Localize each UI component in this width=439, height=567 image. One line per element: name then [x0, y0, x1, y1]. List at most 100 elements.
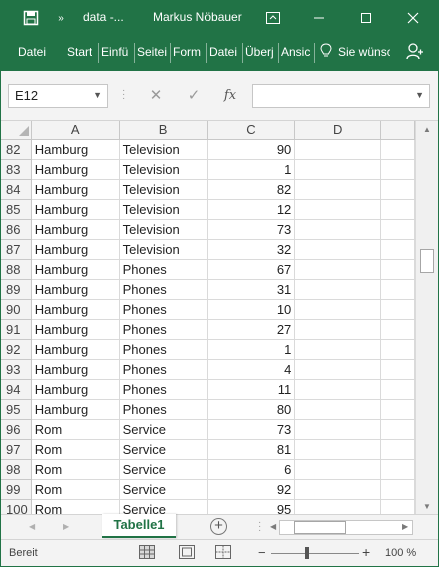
cell-c[interactable]: 27 [207, 319, 296, 340]
cell-c[interactable]: 10 [207, 299, 296, 320]
cell-e[interactable] [380, 399, 415, 420]
cell-b[interactable]: Television [119, 219, 208, 240]
cell-d[interactable] [294, 459, 382, 480]
cell-c[interactable]: 67 [207, 259, 296, 280]
cell-d[interactable] [294, 279, 382, 300]
enter-check-icon[interactable]: ✓ [179, 84, 209, 108]
row-header[interactable]: 92 [1, 339, 32, 360]
row-header[interactable]: 83 [1, 159, 32, 180]
cell-b[interactable]: Phones [119, 259, 208, 280]
cell-c[interactable]: 31 [207, 279, 296, 300]
share-user-icon[interactable] [406, 42, 424, 63]
cell-b[interactable]: Television [119, 239, 208, 260]
cell-a[interactable]: Hamburg [31, 299, 120, 320]
scroll-left-icon[interactable]: ◀ [270, 522, 276, 531]
cell-c[interactable]: 90 [207, 139, 296, 160]
column-header-c[interactable]: C [207, 121, 296, 140]
cell-d[interactable] [294, 439, 382, 460]
horizontal-scrollbar[interactable] [279, 520, 413, 535]
cell-a[interactable]: Hamburg [31, 199, 120, 220]
cell-b[interactable]: Service [119, 479, 208, 500]
cell-e[interactable] [380, 159, 415, 180]
cell-b[interactable]: Television [119, 199, 208, 220]
row-header[interactable]: 98 [1, 459, 32, 480]
cell-d[interactable] [294, 199, 382, 220]
cell-a[interactable]: Hamburg [31, 359, 120, 380]
name-box[interactable]: E12 ▼ [8, 84, 108, 108]
vertical-scrollbar[interactable]: ▲ ▼ [415, 121, 438, 514]
cell-d[interactable] [294, 299, 382, 320]
row-header[interactable]: 97 [1, 439, 32, 460]
cell-e[interactable] [380, 219, 415, 240]
scroll-right-icon[interactable]: ▶ [402, 522, 408, 531]
close-icon[interactable] [403, 1, 423, 35]
insert-function-icon[interactable]: fx [215, 84, 245, 108]
cell-e[interactable] [380, 259, 415, 280]
row-header[interactable]: 100 [1, 499, 32, 514]
scroll-down-icon[interactable]: ▼ [423, 502, 431, 511]
cell-b[interactable]: Television [119, 139, 208, 160]
cell-b[interactable]: Phones [119, 319, 208, 340]
row-header[interactable]: 93 [1, 359, 32, 380]
normal-view-icon[interactable] [139, 545, 157, 561]
row-header[interactable]: 94 [1, 379, 32, 400]
cell-b[interactable]: Service [119, 499, 208, 514]
cell-d[interactable] [294, 499, 382, 514]
cell-a[interactable]: Hamburg [31, 379, 120, 400]
cell-a[interactable]: Hamburg [31, 339, 120, 360]
expand-formula-icon[interactable]: ▼ [415, 90, 424, 100]
lightbulb-icon[interactable] [320, 43, 332, 62]
row-header[interactable]: 88 [1, 259, 32, 280]
page-break-view-icon[interactable] [215, 545, 233, 561]
horizontal-scroll-thumb[interactable] [294, 521, 346, 534]
cell-c[interactable]: 6 [207, 459, 296, 480]
cell-e[interactable] [380, 479, 415, 500]
cell-b[interactable]: Phones [119, 399, 208, 420]
cell-a[interactable]: Hamburg [31, 139, 120, 160]
qat-more-icon[interactable]: » [53, 1, 69, 35]
cell-c[interactable]: 12 [207, 199, 296, 220]
cell-e[interactable] [380, 359, 415, 380]
tab-file[interactable]: Datei [18, 45, 46, 59]
cell-c[interactable]: 82 [207, 179, 296, 200]
chevron-down-icon[interactable]: ▼ [93, 90, 102, 100]
row-header[interactable]: 89 [1, 279, 32, 300]
vertical-scroll-thumb[interactable] [420, 249, 434, 273]
minimize-icon[interactable] [309, 1, 329, 35]
column-header-e[interactable] [380, 121, 415, 140]
cell-a[interactable]: Rom [31, 479, 120, 500]
cell-b[interactable]: Service [119, 439, 208, 460]
sheet-tab-tabelle1[interactable]: Tabelle1 [102, 514, 176, 538]
cell-d[interactable] [294, 379, 382, 400]
row-header[interactable]: 82 [1, 139, 32, 160]
row-header[interactable]: 95 [1, 399, 32, 420]
cell-d[interactable] [294, 319, 382, 340]
cell-c[interactable]: 73 [207, 419, 296, 440]
cell-c[interactable]: 81 [207, 439, 296, 460]
cell-e[interactable] [380, 199, 415, 220]
cancel-icon[interactable]: ✕ [141, 84, 171, 108]
tab-insert[interactable]: Einfü [101, 45, 131, 59]
row-header[interactable]: 90 [1, 299, 32, 320]
cell-e[interactable] [380, 319, 415, 340]
row-header[interactable]: 96 [1, 419, 32, 440]
cell-a[interactable]: Rom [31, 499, 120, 514]
cell-d[interactable] [294, 259, 382, 280]
cell-a[interactable]: Hamburg [31, 259, 120, 280]
cell-c[interactable]: 4 [207, 359, 296, 380]
scroll-up-icon[interactable]: ▲ [423, 125, 431, 134]
ribbon-display-options-icon[interactable] [263, 1, 283, 35]
zoom-slider-knob[interactable] [305, 547, 309, 559]
formula-input[interactable]: ▼ [252, 84, 430, 108]
cell-a[interactable]: Rom [31, 459, 120, 480]
tab-formulas[interactable]: Form [173, 45, 203, 59]
row-header[interactable]: 87 [1, 239, 32, 260]
cell-d[interactable] [294, 419, 382, 440]
row-header[interactable]: 85 [1, 199, 32, 220]
select-all-corner[interactable] [1, 121, 32, 140]
column-header-d[interactable]: D [294, 121, 382, 140]
row-header[interactable]: 91 [1, 319, 32, 340]
cell-e[interactable] [380, 439, 415, 460]
cell-b[interactable]: Phones [119, 359, 208, 380]
cell-b[interactable]: Service [119, 459, 208, 480]
